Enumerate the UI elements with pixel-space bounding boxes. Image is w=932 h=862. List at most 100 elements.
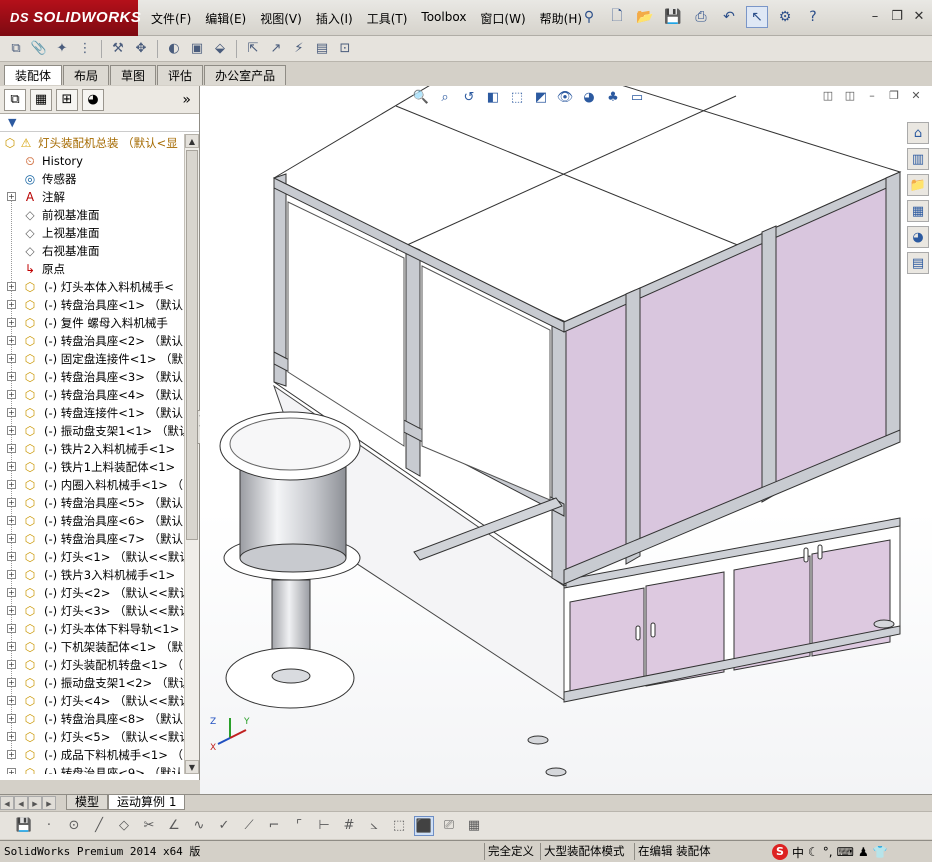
menu-edit[interactable]: 编辑(E) [200,8,251,29]
configuration-manager-tab-icon[interactable]: ⊞ [56,88,78,111]
restore-icon[interactable]: ❐ [888,8,906,26]
plane-angle-icon[interactable]: ⦣ [364,816,384,836]
undo-icon[interactable]: ↶ [718,6,740,28]
tree-component-row[interactable]: + ⬡ (-) 灯头<3> （默认<<默认 [0,602,184,620]
expand-toggle-icon[interactable]: + [7,408,16,417]
tree-component-row[interactable]: + ⬡ (-) 灯头本体下料导轨<1> [0,620,184,638]
new-part-icon[interactable]: ✦ [52,39,72,59]
table-icon[interactable]: ▦ [464,816,484,836]
previous-view-icon[interactable]: ↺ [460,89,478,107]
tree-component-row[interactable]: + ⬡ (-) 转盘连接件<1> （默认 [0,404,184,422]
tree-component-row[interactable]: + ⬡ (-) 灯头<1> （默认<<默认 [0,548,184,566]
viewport-minimize-icon[interactable]: – [864,88,880,104]
hide-show-icon[interactable]: ◐ [164,39,184,59]
menu-tools[interactable]: 工具(T) [362,8,413,29]
filter-icon[interactable]: ▼ [8,116,16,129]
tab-sketch[interactable]: 草图 [110,65,157,85]
pattern-icon[interactable]: ⋮ [75,39,95,59]
print-icon[interactable]: ⎙ [690,6,712,28]
view-palette-icon[interactable]: ▦ [907,200,929,222]
menu-view[interactable]: 视图(V) [255,8,307,29]
tab-office-products[interactable]: 办公室产品 [204,65,287,85]
camera-icon[interactable]: ⎚ [439,816,459,836]
tree-component-row[interactable]: + ⬡ (-) 振动盘支架1<1> （默认 [0,422,184,440]
curve-icon[interactable]: ∿ [189,816,209,836]
exploded-view-icon[interactable]: ⇱ [243,39,263,59]
minimize-icon[interactable]: – [866,8,884,26]
section-view-icon[interactable]: ◧ [484,89,502,107]
tree-item-plane[interactable]: ◇ 右视基准面 [0,242,184,260]
assembly-features-icon[interactable]: ▣ [187,39,207,59]
tab-assembly[interactable]: 装配体 [4,65,63,85]
grid-icon[interactable]: # [339,816,359,836]
expand-toggle-icon[interactable]: + [7,318,16,327]
tree-component-row[interactable]: + ⬡ (-) 复件 螺母入料机械手 [0,314,184,332]
property-manager-tab-icon[interactable]: ▦ [30,88,52,111]
shirt-icon[interactable]: 👕 [873,845,888,859]
tree-item-annotation[interactable]: + A 注解 [0,188,184,206]
tree-component-row[interactable]: + ⬡ (-) 转盘治具座<8> （默认 [0,710,184,728]
tree-component-row[interactable]: + ⬡ (-) 灯头装配机转盘<1> （ [0,656,184,674]
tree-component-row[interactable]: + ⬡ (-) 转盘治具座<9> （默认 [0,764,184,774]
scroll-thumb[interactable] [186,150,198,540]
edit-appearance-icon[interactable]: ◕ [580,89,598,107]
tree-component-row[interactable]: + ⬡ (-) 内圈入料机械手<1> （ [0,476,184,494]
trim-icon[interactable]: ✂ [139,816,159,836]
expand-toggle-icon[interactable]: + [7,336,16,345]
tree-item-origin[interactable]: ↳ 原点 [0,260,184,278]
expand-toggle-icon[interactable]: + [7,552,16,561]
expand-toggle-icon[interactable]: + [7,462,16,471]
sogou-ime-icon[interactable]: S [772,844,788,860]
tab-layout[interactable]: 布局 [63,65,110,85]
instant3d-icon[interactable]: ⊡ [335,39,355,59]
punctuation-icon[interactable]: °, [823,845,833,859]
prev-tab-icon[interactable]: ◀ [14,795,28,810]
scroll-down-icon[interactable]: ▼ [185,760,199,774]
graphics-viewport[interactable]: 🔍 ⌕ ↺ ◧ ⬚ ◩ 👁 ◕ ♣ ▭ ◫ ◫ – ❐ ✕ ⌂ ▥ 📁 ▦ ◕ … [200,86,932,794]
tree-component-row[interactable]: + ⬡ (-) 振动盘支架1<2> （默认 [0,674,184,692]
tree-item-history[interactable]: ⏲ History [0,152,184,170]
expand-toggle-icon[interactable]: + [7,444,16,453]
expand-toggle-icon[interactable]: + [7,516,16,525]
appearances-icon[interactable]: ◕ [907,226,929,248]
zoom-to-fit-icon[interactable]: 🔍 [412,89,430,107]
explode-line-icon[interactable]: ↗ [266,39,286,59]
tree-component-row[interactable]: + ⬡ (-) 成品下料机械手<1> （ [0,746,184,764]
solidworks-resources-icon[interactable]: ⌂ [907,122,929,144]
scroll-up-icon[interactable]: ▲ [185,134,199,148]
tree-component-row[interactable]: + ⬡ (-) 铁片2入料机械手<1> [0,440,184,458]
tree-component-row[interactable]: + ⬡ (-) 下机架装配体<1> （默 [0,638,184,656]
slash-icon[interactable]: ⟋ [239,816,259,836]
keyboard-icon[interactable]: ⌨ [837,845,854,859]
tab-motion-study[interactable]: 运动算例 1 [108,795,186,810]
save-icon[interactable]: 💾 [662,6,684,28]
tree-component-row[interactable]: + ⬡ (-) 固定盘连接件<1> （默 [0,350,184,368]
mate-icon[interactable]: 📎 [29,39,49,59]
expand-toggle-icon[interactable]: + [7,588,16,597]
tree-component-row[interactable]: + ⬡ (-) 转盘治具座<3> （默认 [0,368,184,386]
next-tab-icon[interactable]: ▶ [28,795,42,810]
expand-toggle-icon[interactable]: + [7,606,16,615]
tree-component-row[interactable]: + ⬡ (-) 铁片3入料机械手<1> [0,566,184,584]
tree-component-row[interactable]: + ⬡ (-) 灯头<4> （默认<<默认 [0,692,184,710]
expand-toggle-icon[interactable]: + [7,534,16,543]
help-icon[interactable]: ? [802,6,824,28]
check-icon[interactable]: ✓ [214,816,234,836]
expand-toggle-icon[interactable]: + [7,678,16,687]
tree-component-row[interactable]: + ⬡ (-) 转盘治具座<2> （默认 [0,332,184,350]
tree-component-row[interactable]: + ⬡ (-) 灯头本体入料机械手< [0,278,184,296]
expand-toggle-icon[interactable]: + [7,426,16,435]
menu-toolbox[interactable]: Toolbox [416,8,471,29]
point-icon[interactable]: · [39,816,59,836]
tree-component-row[interactable]: + ⬡ (-) 转盘治具座<6> （默认 [0,512,184,530]
corner-icon[interactable]: ⌐ [264,816,284,836]
menu-insert[interactable]: 插入(I) [311,8,358,29]
cube-shaded-icon[interactable]: ⬛ [414,815,434,836]
menu-file[interactable]: 文件(F) [146,8,196,29]
view-orientation-icon[interactable]: ⬚ [508,89,526,107]
viewport-restore-icon[interactable]: ❐ [886,88,902,104]
new-document-icon[interactable]: 🗋 [606,6,628,28]
tree-scrollbar[interactable]: ▲ ▼ [184,134,199,774]
dash-corner-icon[interactable]: ⌜ [289,816,309,836]
expand-toggle-icon[interactable]: + [7,282,16,291]
